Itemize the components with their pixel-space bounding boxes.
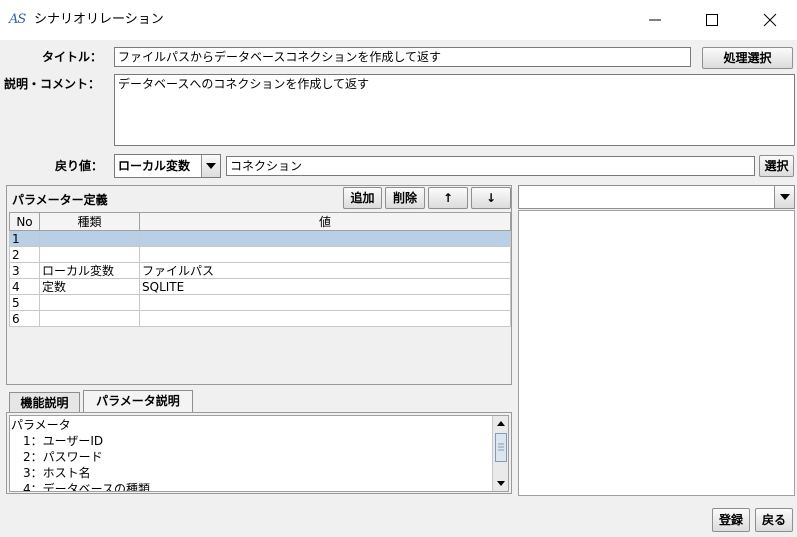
table-row[interactable]: 1: [9, 230, 511, 247]
vertical-scrollbar[interactable]: [492, 416, 508, 491]
table-row[interactable]: 2: [9, 246, 511, 263]
row-kind[interactable]: ローカル変数: [39, 262, 140, 279]
close-icon: [763, 13, 777, 27]
minimize-icon: [649, 19, 661, 21]
row-kind[interactable]: [39, 310, 140, 327]
row-kind[interactable]: [39, 230, 140, 247]
arrow-up-icon: ↑: [442, 191, 454, 205]
description-line: 3：ホスト名: [11, 466, 91, 480]
table-row[interactable]: 5: [9, 294, 511, 311]
parameter-table: No 種類 値 1 2 3 ローカル変数 ファイルパス 4 定数 SQLITE …: [9, 212, 511, 327]
table-row[interactable]: 4 定数 SQLITE: [9, 278, 511, 295]
comment-label: 説明・コメント：: [4, 77, 101, 91]
row-kind[interactable]: [39, 294, 140, 311]
column-header-value[interactable]: 値: [139, 212, 511, 231]
move-down-button[interactable]: ↓: [471, 187, 511, 209]
return-type-dropdown-button[interactable]: [201, 155, 220, 177]
right-panel-combo[interactable]: [518, 185, 795, 209]
close-button[interactable]: [746, 0, 792, 40]
table-row[interactable]: 6: [9, 310, 511, 327]
row-value[interactable]: [139, 310, 511, 327]
add-parameter-button[interactable]: 追加: [343, 187, 382, 209]
row-value[interactable]: SQLITE: [139, 278, 511, 295]
register-button[interactable]: 登録: [712, 508, 750, 532]
row-value[interactable]: [139, 294, 511, 311]
column-header-no[interactable]: No: [9, 212, 40, 231]
row-no: 2: [9, 246, 40, 263]
row-no: 3: [9, 262, 40, 279]
description-line: 4：データベースの種類: [11, 482, 151, 492]
return-label: 戻り値：: [55, 159, 104, 173]
description-line: パラメータ: [11, 418, 71, 432]
process-select-button[interactable]: 処理選択: [702, 47, 793, 69]
maximize-icon: [706, 14, 718, 26]
chevron-down-icon: [780, 194, 790, 200]
row-value[interactable]: [139, 246, 511, 263]
parameter-panel-title: パラメーター定義: [12, 193, 108, 207]
delete-parameter-button[interactable]: 削除: [385, 187, 425, 209]
select-button[interactable]: 選択: [759, 155, 794, 177]
minimize-button[interactable]: [632, 0, 678, 40]
return-type-combo[interactable]: ローカル変数: [114, 154, 221, 178]
scrollbar-arrows-icon: [495, 421, 507, 486]
row-kind[interactable]: [39, 246, 140, 263]
chevron-down-icon: [206, 163, 216, 169]
comment-textarea[interactable]: データベースへのコネクションを作成して返す: [114, 74, 795, 146]
app-logo-icon: AS: [9, 12, 26, 27]
row-kind[interactable]: 定数: [39, 278, 140, 295]
parameter-description-area[interactable]: パラメータ 1：ユーザーID 2：パスワード 3：ホスト名 4：データベースの種…: [9, 415, 509, 492]
title-label: タイトル：: [42, 50, 103, 64]
row-value[interactable]: [139, 230, 511, 247]
tab-function-description[interactable]: 機能説明: [9, 392, 80, 413]
maximize-button[interactable]: [688, 0, 734, 40]
window-title: シナリオリレーション: [34, 12, 164, 27]
description-line: 1：ユーザーID: [11, 434, 104, 448]
return-value-input[interactable]: コネクション: [226, 156, 755, 176]
return-type-value: ローカル変数: [118, 159, 191, 173]
description-line: 2：パスワード: [11, 450, 103, 464]
move-up-button[interactable]: ↑: [428, 187, 468, 209]
back-button[interactable]: 戻る: [755, 508, 793, 532]
row-value[interactable]: ファイルパス: [139, 262, 511, 279]
row-no: 5: [9, 294, 40, 311]
table-header-row: No 種類 値: [9, 212, 511, 231]
tab-parameter-description[interactable]: パラメータ説明: [83, 390, 193, 413]
column-header-kind[interactable]: 種類: [39, 212, 140, 231]
right-panel-dropdown-button[interactable]: [774, 186, 794, 208]
table-row[interactable]: 3 ローカル変数 ファイルパス: [9, 262, 511, 279]
row-no: 6: [9, 310, 40, 327]
title-input[interactable]: ファイルパスからデータベースコネクションを作成して返す: [114, 47, 691, 67]
row-no: 4: [9, 278, 40, 295]
arrow-down-icon: ↓: [485, 191, 497, 205]
row-no: 1: [9, 230, 40, 247]
right-panel-content[interactable]: [518, 210, 795, 496]
